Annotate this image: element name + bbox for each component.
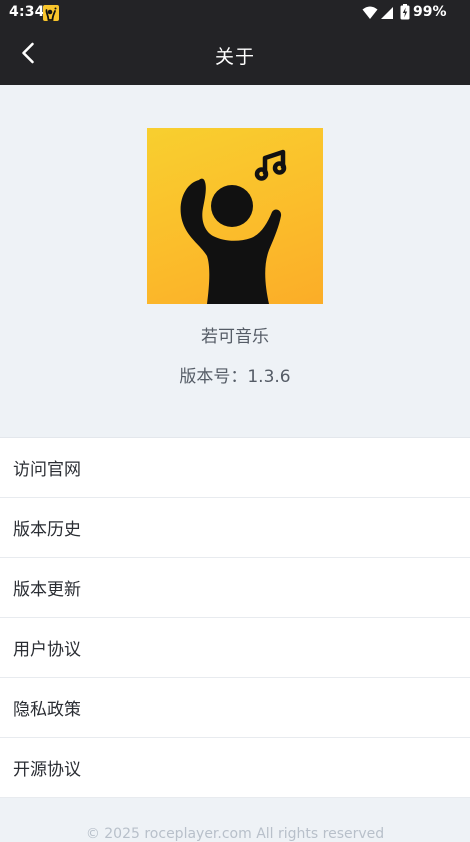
app-version: 版本号：1.3.6 <box>179 367 291 387</box>
menu-item-label: 开源协议 <box>13 760 81 780</box>
menu-item-label: 版本更新 <box>13 580 81 600</box>
battery-percentage: 99% <box>413 4 447 20</box>
menu-item-visit-website[interactable]: 访问官网 <box>0 438 470 498</box>
battery-charging-icon <box>400 4 410 24</box>
app-bar: 关于 <box>0 25 470 85</box>
menu-item-version-history[interactable]: 版本历史 <box>0 498 470 558</box>
app-logo <box>147 128 323 304</box>
signal-icon <box>380 5 394 24</box>
status-bar: 4:34 99% <box>0 0 470 25</box>
menu-item-user-agreement[interactable]: 用户协议 <box>0 618 470 678</box>
app-logo-icon <box>180 149 287 304</box>
wifi-icon <box>362 5 378 24</box>
settings-menu: 访问官网 版本历史 版本更新 用户协议 隐私政策 开源协议 <box>0 437 470 798</box>
menu-item-open-source-license[interactable]: 开源协议 <box>0 738 470 798</box>
menu-item-label: 访问官网 <box>13 460 81 480</box>
menu-item-label: 隐私政策 <box>13 700 81 720</box>
menu-item-version-update[interactable]: 版本更新 <box>0 558 470 618</box>
app-notification-icon <box>43 5 59 21</box>
music-note-icon <box>254 149 287 181</box>
page-title: 关于 <box>214 46 255 68</box>
copyright-text: © 2025 roceplayer.com All rights reserve… <box>85 826 385 842</box>
menu-item-label: 用户协议 <box>13 640 81 660</box>
status-time: 4:34 <box>9 4 45 20</box>
menu-item-privacy-policy[interactable]: 隐私政策 <box>0 678 470 738</box>
app-name: 若可音乐 <box>201 327 269 347</box>
menu-item-label: 版本历史 <box>13 520 81 540</box>
